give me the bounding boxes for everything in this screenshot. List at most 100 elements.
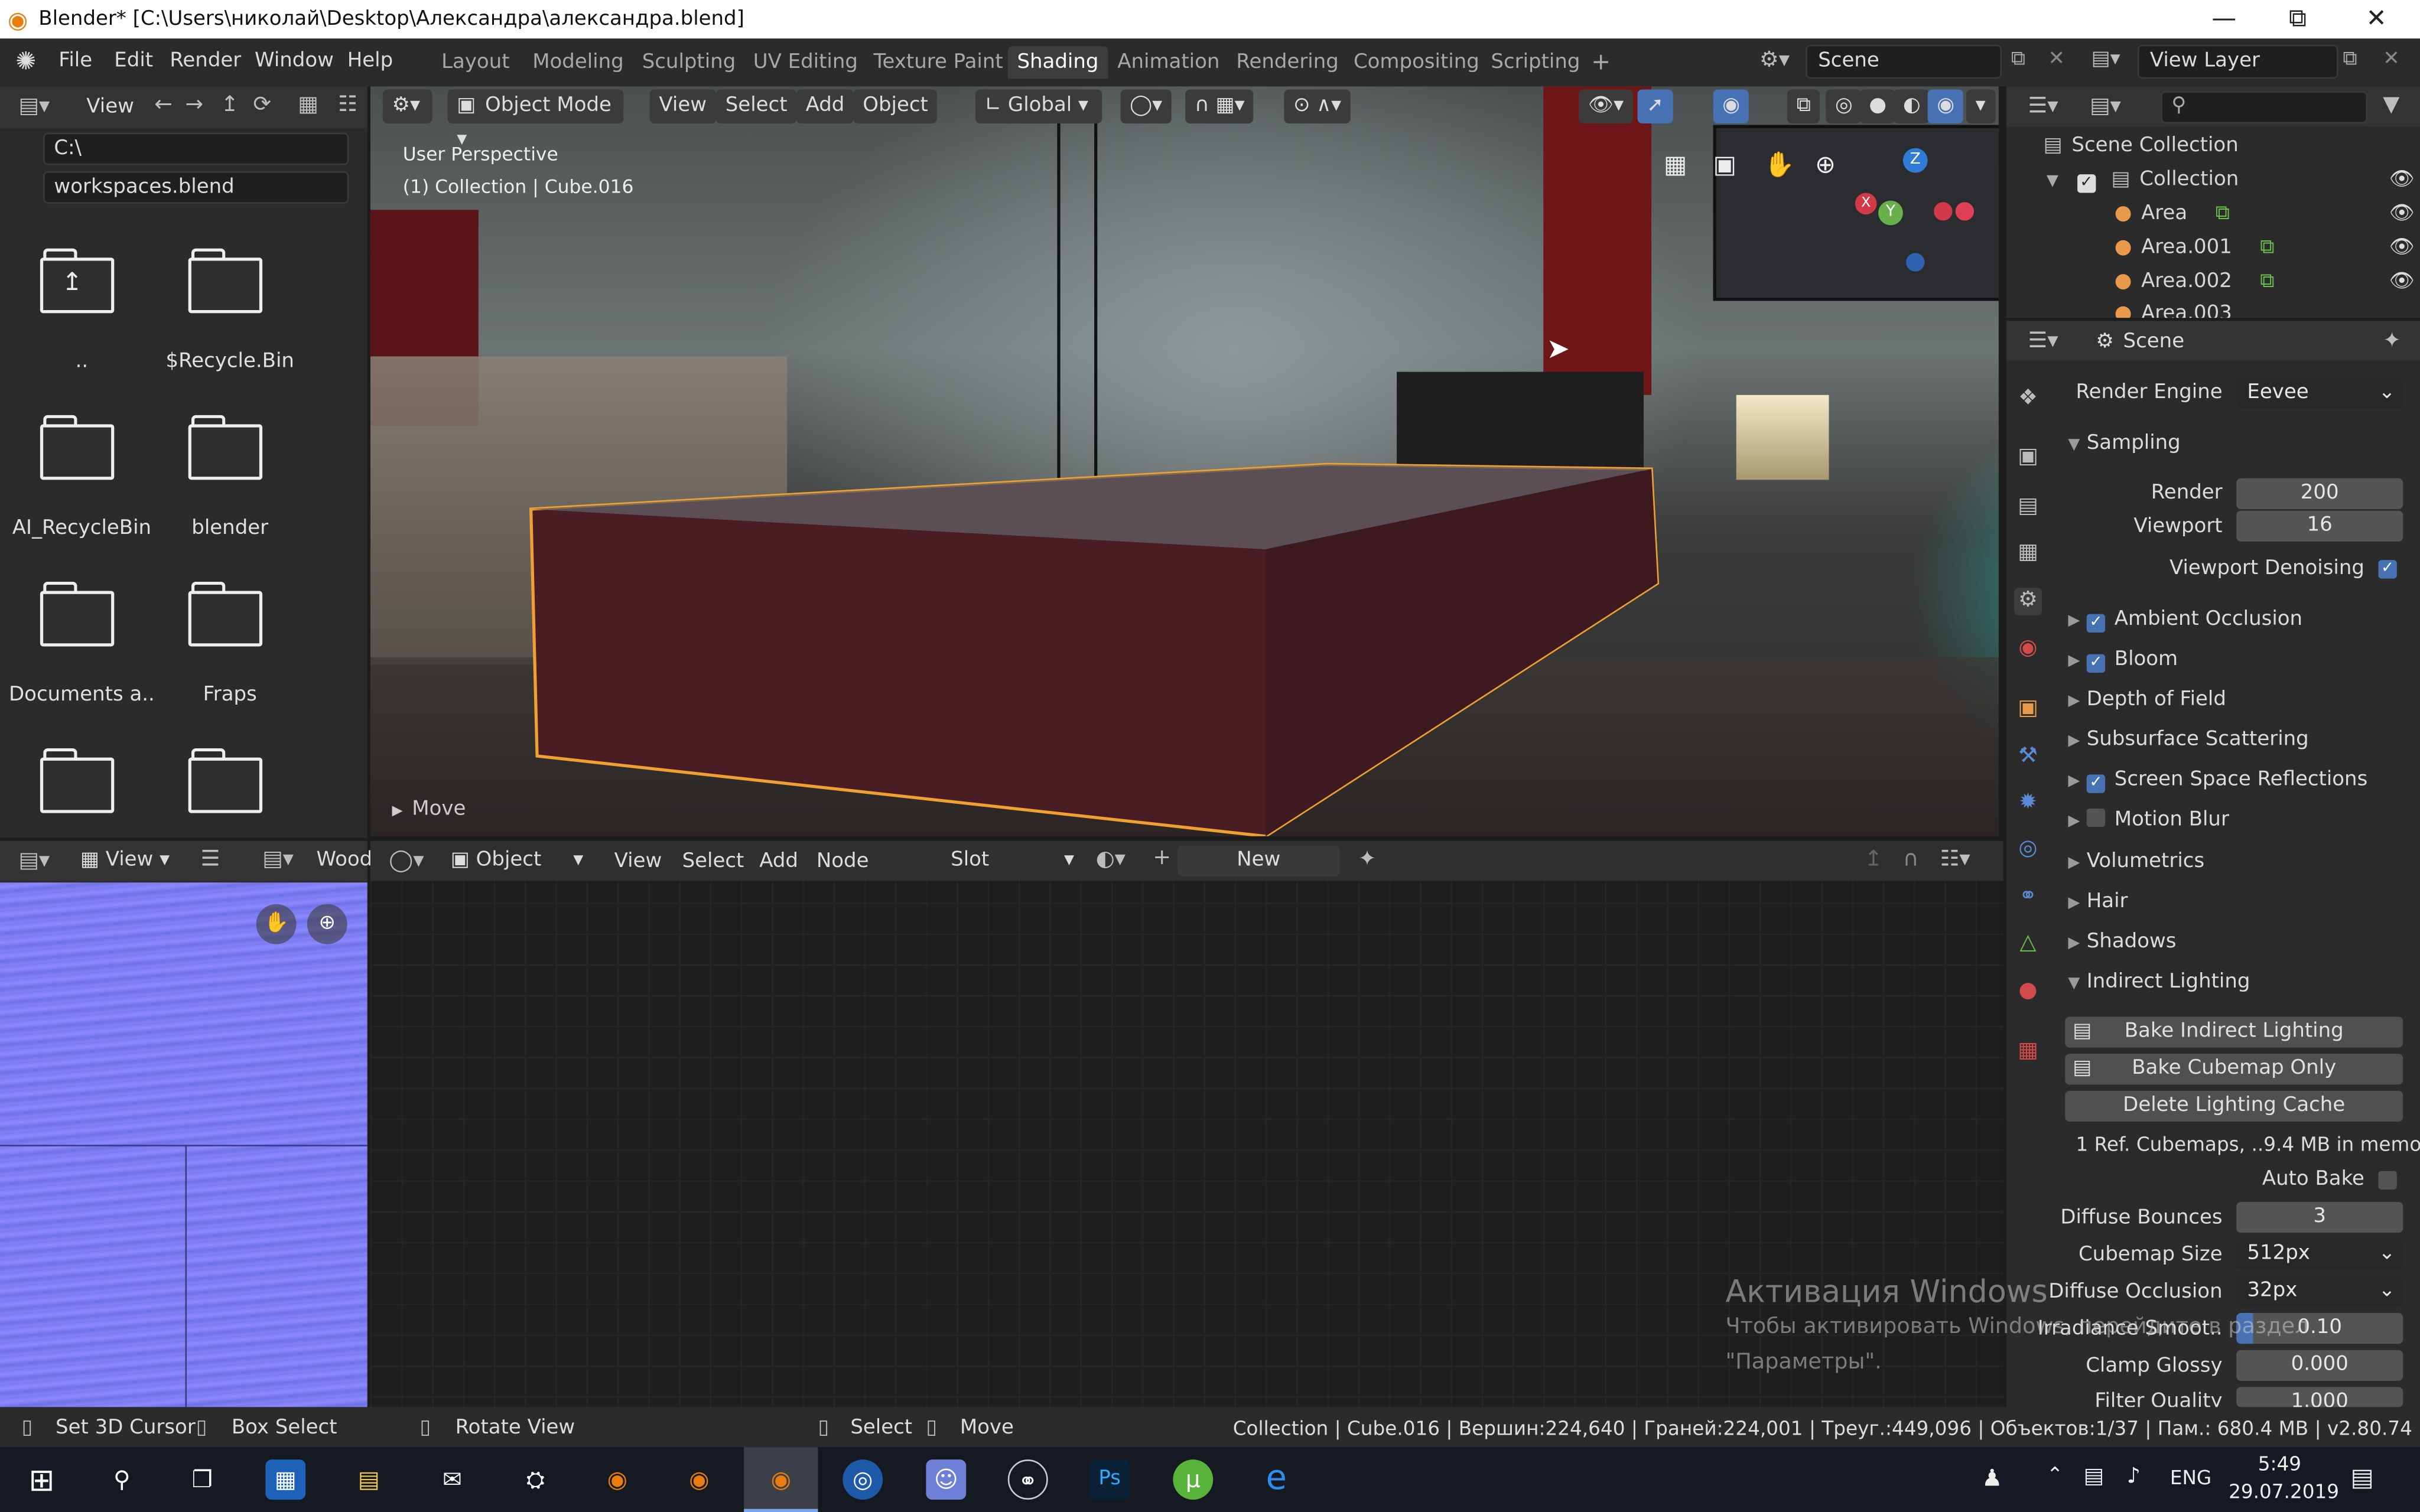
shading-options-icon[interactable]: ▾ <box>1966 89 1995 123</box>
auto-bake-checkbox[interactable] <box>2378 1171 2397 1190</box>
tab-scripting[interactable]: Scripting <box>1482 46 1589 79</box>
section-hair[interactable]: ▶ Hair <box>2068 890 2128 913</box>
image-editor-mode-dropdown[interactable]: ▦ View ▾ <box>80 849 170 872</box>
snap-icon[interactable]: ∩ <box>1903 849 1919 871</box>
node-menu-add[interactable]: Add <box>759 850 798 873</box>
file-item-fraps[interactable]: Fraps <box>148 581 310 706</box>
snap-element-icon[interactable]: ☷▾ <box>1940 849 1970 871</box>
gizmo-neg-x[interactable] <box>1934 202 1953 221</box>
people-icon[interactable]: ♟ <box>1982 1464 2002 1492</box>
last-operation-panel[interactable]: ▶ Move <box>392 798 466 821</box>
blender-active-taskbar-icon[interactable]: ◉ <box>744 1447 818 1512</box>
filter-quality-field[interactable]: 1.000 <box>2236 1387 2403 1407</box>
filter-icon[interactable]: ▼ <box>2383 94 2399 116</box>
node-menu-node[interactable]: Node <box>817 850 869 873</box>
visibility-icon[interactable]: 👁▾ <box>1579 89 1633 123</box>
menu-window[interactable]: Window <box>255 50 334 73</box>
bake-cubemap-button[interactable]: ▤ Bake Cubemap Only <box>2065 1054 2403 1085</box>
grid-view-icon[interactable]: ▦ <box>1664 152 1687 178</box>
tab-animation[interactable]: Animation <box>1108 46 1229 79</box>
outliner-item-area-001[interactable]: ● Area.001 ⧉ 👁 <box>2115 236 2420 259</box>
image-browse-icon[interactable]: ▤▾ <box>262 849 294 871</box>
forward-icon[interactable]: → <box>185 94 203 116</box>
pan-hand-icon[interactable]: ✋ <box>256 904 297 944</box>
tool-tab-icon[interactable]: ❖ <box>2014 386 2042 413</box>
viewport-menu-add[interactable]: Add <box>796 89 854 123</box>
tab-compositing[interactable]: Compositing <box>1344 46 1488 79</box>
tab-modeling[interactable]: Modeling <box>523 46 633 79</box>
view-layer-browse-icon[interactable]: ▤▾ <box>2092 48 2120 71</box>
shading-rendered-icon[interactable]: ◉ <box>1927 89 1964 123</box>
navigation-gizmo[interactable]: Z Y X <box>1855 141 1975 287</box>
gizmo-y-axis[interactable]: Y <box>1878 200 1903 226</box>
notifications-icon[interactable]: ▤ <box>2350 1462 2374 1492</box>
visibility-eye-icon[interactable]: 👁 <box>2389 236 2415 259</box>
file-item-parent[interactable]: ↥ .. <box>0 248 162 373</box>
file-item[interactable] <box>0 748 162 838</box>
blender-menu-icon[interactable]: ✺ <box>15 46 36 76</box>
store-icon[interactable]: ▦ <box>265 1459 306 1500</box>
snap-icon[interactable]: ∩ ▦▾ <box>1185 89 1254 123</box>
display-mode-icon[interactable]: ▤▾ <box>2090 96 2121 118</box>
mail-icon[interactable]: ✉ <box>432 1459 472 1500</box>
zoom-icon[interactable]: ⊕ <box>307 904 347 944</box>
section-bloom[interactable]: ▶ ✓ Bloom <box>2068 648 2178 673</box>
selected-cube[interactable] <box>370 86 1999 836</box>
viewport-samples-field[interactable]: 16 <box>2236 510 2403 542</box>
pin-icon[interactable]: ✦ <box>2383 330 2401 352</box>
filename-field[interactable]: workspaces.blend <box>43 171 349 204</box>
scene-browse-icon[interactable]: ⚙▾ <box>1759 48 1790 73</box>
volume-icon[interactable]: ♪ <box>2127 1464 2141 1489</box>
view-layer-field[interactable]: View Layer <box>2137 44 2338 79</box>
pan-hand-icon[interactable]: ✋ <box>1764 152 1795 178</box>
particles-tab-icon[interactable]: ✹ <box>2014 790 2042 817</box>
render-engine-dropdown[interactable]: Eevee ⌄ <box>2236 378 2403 409</box>
scene-tab-icon[interactable]: ⚙ <box>2014 588 2042 616</box>
outliner-scene-collection[interactable]: ▤ Scene Collection <box>2044 134 2239 157</box>
data-tab-icon[interactable]: △ <box>2014 930 2042 958</box>
gizmo-neg-y[interactable] <box>1955 202 1975 221</box>
editor-type-icon[interactable]: ▤▾ <box>18 96 50 118</box>
proportional-edit-icon[interactable]: ⊙ ∧▾ <box>1284 89 1351 123</box>
new-folder-icon[interactable]: ▦ <box>298 94 318 116</box>
collection-checkbox[interactable]: ✓ <box>2077 174 2096 193</box>
tray-chevron-icon[interactable]: ⌃ <box>2047 1464 2063 1487</box>
3d-viewport[interactable]: ⚙▾ ▣ Object Mode ▾ View Select Add Object… <box>370 86 1999 836</box>
cubemap-size-dropdown[interactable]: 512px ⌄ <box>2236 1239 2403 1270</box>
blender-taskbar-icon[interactable]: ◉ <box>597 1459 637 1500</box>
scene-copy-icon[interactable]: ⧉ <box>2011 48 2025 71</box>
add-workspace-icon[interactable]: + <box>1591 48 1611 76</box>
scene-remove-icon[interactable]: ✕ <box>2048 48 2064 71</box>
minimize-icon[interactable]: — <box>2211 3 2236 32</box>
viewport-menu-select[interactable]: Select <box>716 89 797 123</box>
editor-type-icon[interactable]: ◯▾ <box>389 850 424 872</box>
shading-solid-icon[interactable]: ● <box>1859 89 1896 123</box>
refresh-icon[interactable]: ⟳ <box>253 94 271 116</box>
close-icon[interactable]: ✕ <box>2366 3 2387 32</box>
view-layer-remove-icon[interactable]: ✕ <box>2383 48 2399 71</box>
view-layer-copy-icon[interactable]: ⧉ <box>2343 48 2357 71</box>
tab-uv-editing[interactable]: UV Editing <box>744 46 867 79</box>
outliner-search-input[interactable]: ⚲ <box>2161 91 2368 123</box>
back-icon[interactable]: ← <box>154 94 173 116</box>
tab-shading[interactable]: Shading <box>1007 46 1108 79</box>
node-editor[interactable]: ◯▾ ▣ Object ▾ View Select Add Node Slot ▾… <box>370 840 2309 1407</box>
texture-tab-icon[interactable]: ▦ <box>2014 1038 2042 1066</box>
edge-icon[interactable]: e <box>1256 1459 1296 1500</box>
section-subsurface-scattering[interactable]: ▶ Subsurface Scattering <box>2068 728 2308 751</box>
file-explorer-icon[interactable]: ▤ <box>349 1459 389 1500</box>
steam-icon[interactable]: ⚭ <box>1007 1459 1048 1500</box>
add-material-icon[interactable]: + <box>1153 847 1171 869</box>
viewport-menu-view[interactable]: View <box>649 89 716 123</box>
visibility-eye-icon[interactable]: 👁 <box>2389 168 2415 191</box>
search-icon[interactable]: ⚲ <box>102 1459 142 1500</box>
path-field[interactable]: C:\ <box>43 132 349 165</box>
render-tab-icon[interactable]: ▣ <box>2014 444 2042 472</box>
editor-type-icon[interactable]: ⚙▾ <box>382 89 432 123</box>
shading-material-icon[interactable]: ◐ <box>1894 89 1930 123</box>
section-ambient-occlusion[interactable]: ▶ ✓ Ambient Occlusion <box>2068 608 2302 633</box>
section-screen-space-reflections[interactable]: ▶ ✓ Screen Space Reflections <box>2068 768 2367 793</box>
menu-edit[interactable]: Edit <box>114 50 153 73</box>
shading-wireframe-icon[interactable]: ◎ <box>1826 89 1862 123</box>
normal-map-image[interactable]: ✋ ⊕ <box>0 882 367 1407</box>
